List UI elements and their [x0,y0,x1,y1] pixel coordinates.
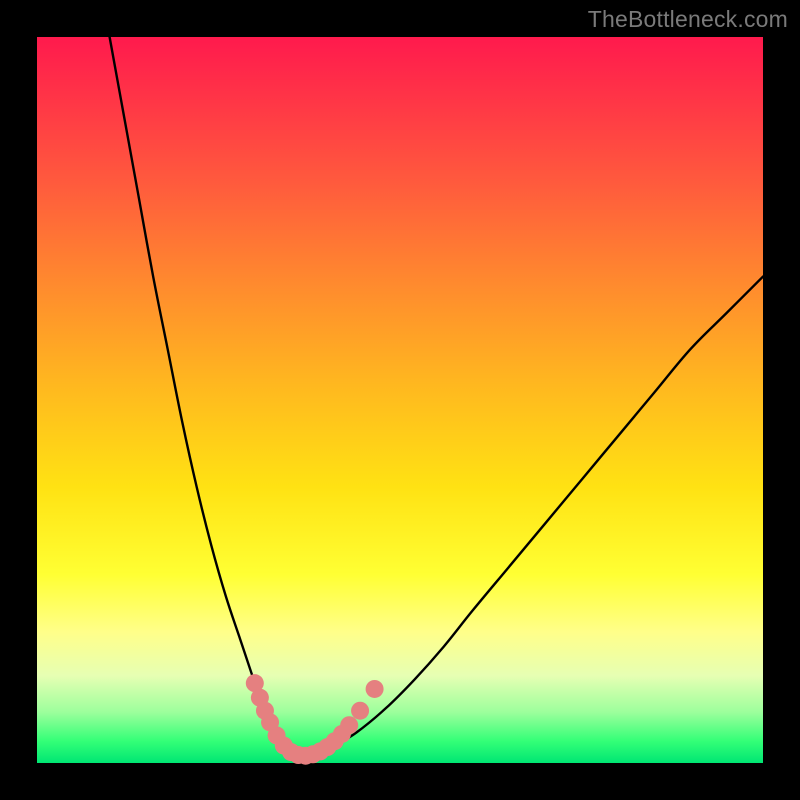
watermark-text: TheBottleneck.com [588,6,788,33]
marker-right-6 [351,702,369,720]
marker-right-5 [340,716,358,734]
marker-right-7 [366,680,384,698]
chart-svg [37,37,763,763]
markers-group [246,674,384,765]
chart-frame: TheBottleneck.com [0,0,800,800]
plot-area [37,37,763,763]
bottleneck-curve [110,37,763,756]
